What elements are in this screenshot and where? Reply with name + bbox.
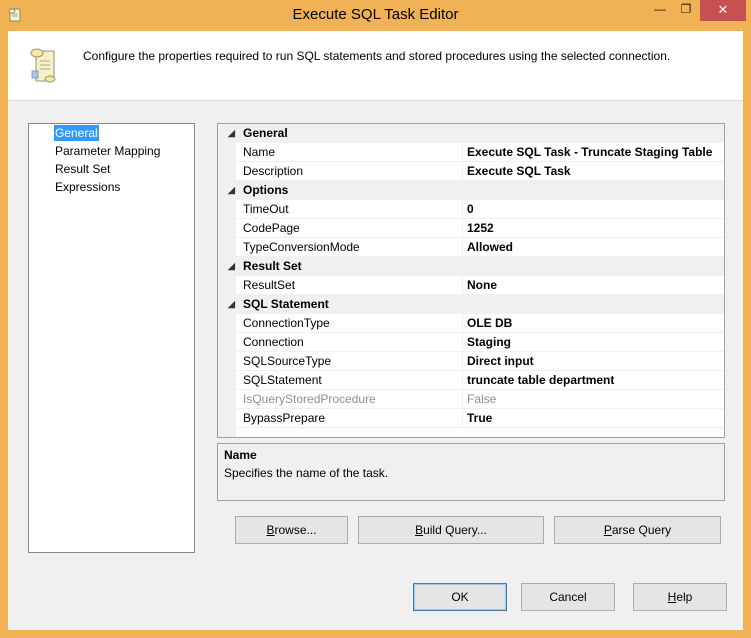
property-value[interactable]: OLE DB xyxy=(467,314,512,333)
property-name: SQLStatement xyxy=(243,371,463,390)
property-value[interactable]: True xyxy=(467,409,492,428)
property-value[interactable]: Execute SQL Task xyxy=(467,162,571,181)
property-name: CodePage xyxy=(243,219,463,238)
ok-button[interactable]: OK xyxy=(413,583,507,611)
category-general[interactable]: ◢ General xyxy=(218,124,724,143)
nav-item-result-set[interactable]: Result Set xyxy=(54,161,111,177)
property-grid: ◢ General Name Execute SQL Task - Trunca… xyxy=(217,123,725,438)
property-row-timeout[interactable]: TimeOut 0 xyxy=(218,200,724,219)
window-title: Execute SQL Task Editor xyxy=(292,6,459,23)
dialog-client-area: Configure the properties required to run… xyxy=(8,31,743,630)
property-name: TypeConversionMode xyxy=(243,238,463,257)
category-result-set[interactable]: ◢ Result Set xyxy=(218,257,724,276)
property-row-sqlsourcetype[interactable]: SQLSourceType Direct input xyxy=(218,352,724,371)
property-name: BypassPrepare xyxy=(243,409,463,428)
property-value: False xyxy=(467,392,497,406)
help-button[interactable]: Help xyxy=(633,583,727,611)
nav-item-parameter-mapping[interactable]: Parameter Mapping xyxy=(54,143,161,159)
category-options[interactable]: ◢ Options xyxy=(218,181,724,200)
category-label: Result Set xyxy=(243,259,302,273)
description-text: Specifies the name of the task. xyxy=(224,466,389,480)
property-row-description[interactable]: Description Execute SQL Task xyxy=(218,162,724,181)
description-title: Name xyxy=(224,448,257,462)
header-description: Configure the properties required to run… xyxy=(83,49,671,63)
button-label: uild Query... xyxy=(423,523,487,537)
sql-task-scroll-icon xyxy=(30,48,56,83)
nav-item-general[interactable]: General xyxy=(54,125,99,141)
property-name: TimeOut xyxy=(243,200,463,219)
collapse-triangle-icon[interactable]: ◢ xyxy=(228,257,235,276)
minimize-button[interactable]: — xyxy=(647,0,673,21)
property-value[interactable]: 0 xyxy=(467,200,474,219)
dialog-header: Configure the properties required to run… xyxy=(8,31,743,101)
property-name: Name xyxy=(243,143,463,162)
accelerator-key: B xyxy=(415,523,424,537)
property-value[interactable]: Staging xyxy=(467,333,511,352)
property-name: Connection xyxy=(243,333,463,352)
category-label: SQL Statement xyxy=(243,297,329,311)
property-name: ConnectionType xyxy=(243,314,463,333)
nav-item-expressions[interactable]: Expressions xyxy=(54,179,121,195)
property-row-bypassprepare[interactable]: BypassPrepare True xyxy=(218,409,724,428)
build-query-button[interactable]: Build Query... xyxy=(358,516,544,544)
button-label: rowse... xyxy=(274,523,317,537)
property-description-panel: Name Specifies the name of the task. xyxy=(217,443,725,501)
category-label: General xyxy=(243,126,288,140)
property-name: Description xyxy=(243,162,463,181)
property-row-sqlstatement[interactable]: SQLStatement truncate table department xyxy=(218,371,724,390)
category-label: Options xyxy=(243,183,289,197)
property-row-name[interactable]: Name Execute SQL Task - Truncate Staging… xyxy=(218,143,724,162)
accelerator-key: B xyxy=(266,523,275,537)
close-button[interactable]: ✕ xyxy=(700,0,746,21)
button-label: elp xyxy=(676,590,693,604)
accelerator-key: P xyxy=(603,523,612,537)
collapse-triangle-icon[interactable]: ◢ xyxy=(228,124,235,143)
property-value[interactable]: Execute SQL Task - Truncate Staging Tabl… xyxy=(467,143,712,162)
title-bar[interactable]: Execute SQL Task Editor — ❐ ✕ xyxy=(0,0,751,31)
property-name: IsQueryStoredProcedure xyxy=(243,390,463,409)
category-sql-statement[interactable]: ◢ SQL Statement xyxy=(218,295,724,314)
page-navigation-list: General Parameter Mapping Result Set Exp… xyxy=(28,123,195,553)
property-value[interactable]: Allowed xyxy=(467,238,513,257)
parse-query-button[interactable]: Parse Query xyxy=(554,516,721,544)
collapse-triangle-icon[interactable]: ◢ xyxy=(228,295,235,314)
dialog-window: Execute SQL Task Editor — ❐ ✕ Configure … xyxy=(0,0,751,638)
property-value[interactable]: Direct input xyxy=(467,352,534,371)
property-row-resultset[interactable]: ResultSet None xyxy=(218,276,724,295)
property-row-typeconversionmode[interactable]: TypeConversionMode Allowed xyxy=(218,238,724,257)
property-name: SQLSourceType xyxy=(243,352,463,371)
property-value[interactable]: truncate table department xyxy=(467,371,614,390)
property-name: ResultSet xyxy=(243,276,463,295)
button-label: arse Query xyxy=(611,523,672,537)
browse-button[interactable]: Browse... xyxy=(235,516,348,544)
property-row-isquerystoredprocedure: IsQueryStoredProcedure False xyxy=(218,390,724,409)
cancel-button[interactable]: Cancel xyxy=(521,583,615,611)
property-row-codepage[interactable]: CodePage 1252 xyxy=(218,219,724,238)
property-row-connection[interactable]: Connection Staging xyxy=(218,333,724,352)
maximize-button[interactable]: ❐ xyxy=(673,0,699,21)
property-row-connectiontype[interactable]: ConnectionType OLE DB xyxy=(218,314,724,333)
property-value[interactable]: None xyxy=(467,276,497,295)
collapse-triangle-icon[interactable]: ◢ xyxy=(228,181,235,200)
property-value[interactable]: 1252 xyxy=(467,219,494,238)
